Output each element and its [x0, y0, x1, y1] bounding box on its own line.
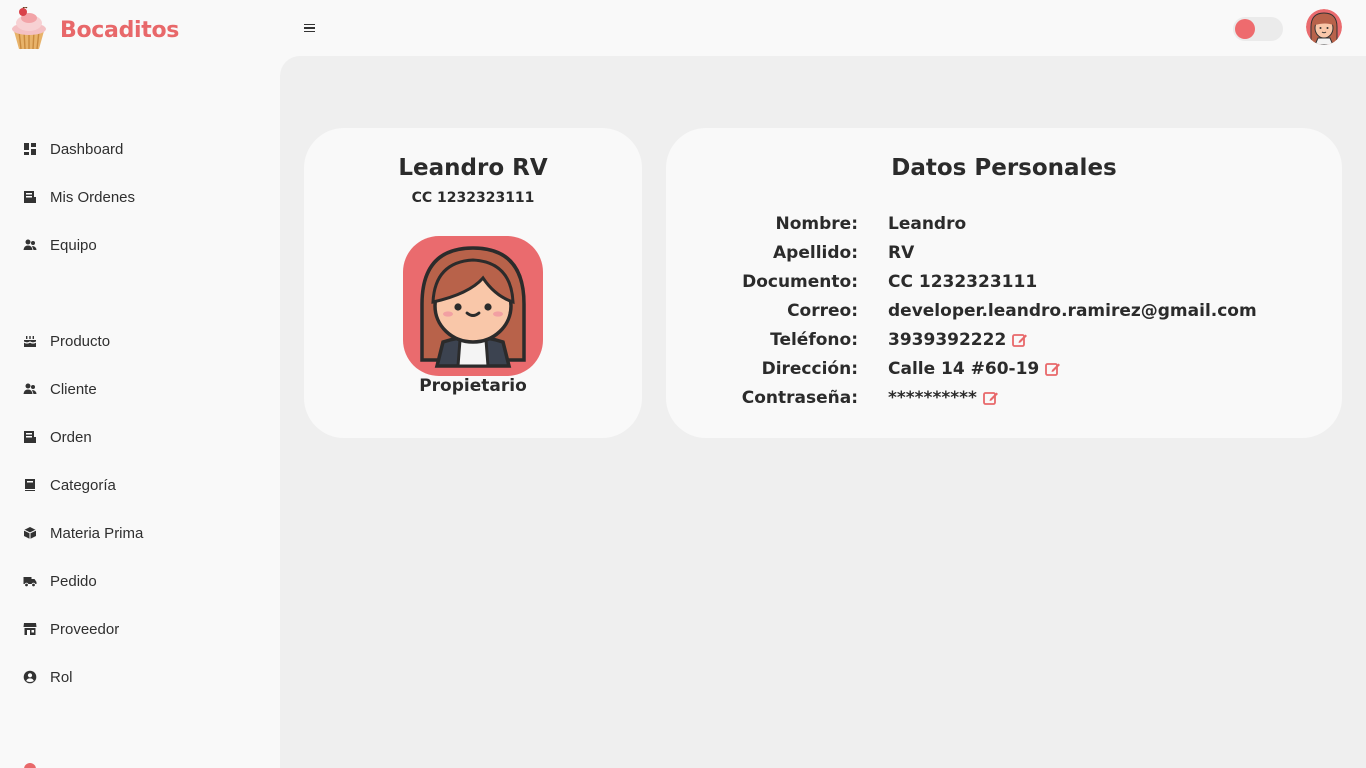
sidebar-item-equipo[interactable]: Equipo	[0, 225, 280, 265]
field-value-text: Calle 14 #60-19	[888, 359, 1040, 379]
menu-toggle-button[interactable]	[304, 18, 320, 38]
personal-data-card: Datos Personales Nombre: Leandro Apellid…	[666, 128, 1342, 438]
brand-name: Bocaditos	[60, 17, 180, 43]
sidebar-item-label: Rol	[50, 668, 73, 686]
toggle-knob	[1235, 19, 1255, 39]
sidebar-item-materia-prima[interactable]: Materia Prima	[0, 513, 280, 553]
receipt-icon	[24, 191, 36, 203]
hamburger-line	[304, 27, 315, 29]
avatar-image	[1306, 9, 1342, 45]
hamburger-line	[304, 30, 315, 33]
sidebar-item-orden[interactable]: Orden	[0, 417, 280, 457]
truck-icon	[23, 577, 37, 588]
row-documento: Documento: CC 1232323111	[666, 272, 1342, 301]
sidebar-item-label: Cliente	[50, 380, 97, 398]
field-label: Documento:	[742, 272, 858, 292]
field-label: Nombre:	[775, 214, 858, 234]
field-value: **********	[888, 388, 999, 408]
sidebar: Dashboard Mis Ordenes Equipo Producto Cl…	[0, 56, 280, 768]
sidebar-item-producto[interactable]: Producto	[0, 321, 280, 361]
user-avatar-icon	[420, 246, 526, 368]
sidebar-item-proveedor[interactable]: Proveedor	[0, 609, 280, 649]
field-value-text: RV	[888, 243, 915, 263]
field-value-text: **********	[888, 388, 977, 408]
field-value: Calle 14 #60-19	[888, 359, 1061, 379]
dashboard-icon	[24, 143, 36, 155]
sidebar-item-label: Pedido	[50, 572, 97, 590]
field-label: Teléfono:	[770, 330, 858, 350]
sidebar-item-categoria[interactable]: Categoría	[0, 465, 280, 505]
store-icon	[23, 623, 37, 635]
field-label: Apellido:	[773, 243, 858, 263]
field-value: Leandro	[888, 214, 966, 234]
sidebar-item-mis-ordenes[interactable]: Mis Ordenes	[0, 177, 280, 217]
field-label: Correo:	[787, 301, 858, 321]
field-value-text: CC 1232323111	[888, 272, 1038, 292]
field-value-text: 3939392222	[888, 330, 1007, 350]
brand[interactable]: Bocaditos	[6, 6, 179, 54]
row-direccion: Dirección: Calle 14 #60-19	[666, 359, 1342, 388]
personal-data-title: Datos Personales	[891, 155, 1117, 181]
row-telefono: Teléfono: 3939392222	[666, 330, 1342, 359]
field-label: Dirección:	[761, 359, 858, 379]
sidebar-item-label: Orden	[50, 428, 92, 446]
sidebar-item-label: Equipo	[50, 236, 97, 254]
sidebar-item-label: Materia Prima	[50, 524, 144, 542]
sidebar-item-rol[interactable]: Rol	[0, 657, 280, 697]
field-value-text: developer.leandro.ramirez@gmail.com	[888, 301, 1257, 321]
receipt-icon	[24, 431, 36, 443]
field-value: 3939392222	[888, 330, 1028, 350]
edit-icon[interactable]	[1045, 361, 1061, 377]
cupcake-icon	[12, 7, 46, 50]
profile-avatar	[403, 236, 543, 376]
profile-name: Leandro RV	[398, 155, 548, 181]
row-nombre: Nombre: Leandro	[666, 214, 1342, 243]
user-circle-icon	[23, 670, 37, 684]
field-value: developer.leandro.ramirez@gmail.com	[888, 301, 1257, 321]
row-contrasena: Contraseña: **********	[666, 388, 1342, 417]
sidebar-item-pedido[interactable]: Pedido	[0, 561, 280, 601]
users-icon	[23, 239, 37, 250]
sidebar-item-label: Dashboard	[50, 140, 124, 158]
sidebar-item-label: Mis Ordenes	[50, 188, 136, 206]
profile-card: Leandro RV CC 1232323111 Propietario	[304, 128, 642, 438]
book-icon	[25, 479, 35, 491]
sidebar-item-label: Producto	[50, 332, 111, 350]
row-apellido: Apellido: RV	[666, 243, 1342, 272]
profile-document: CC 1232323111	[411, 190, 535, 206]
field-value: RV	[888, 243, 914, 263]
logout-icon[interactable]	[24, 763, 36, 768]
hamburger-icon	[304, 23, 315, 26]
user-avatar-icon[interactable]	[1306, 9, 1342, 45]
profile-role: Propietario	[419, 376, 527, 396]
cake-icon	[23, 336, 37, 347]
theme-toggle[interactable]	[1233, 17, 1283, 41]
sidebar-item-label: Categoría	[50, 476, 116, 494]
field-label: Contraseña:	[741, 388, 858, 408]
edit-icon[interactable]	[983, 390, 999, 406]
field-value: CC 1232323111	[888, 272, 1037, 292]
sidebar-item-cliente[interactable]: Cliente	[0, 369, 280, 409]
sidebar-item-dashboard[interactable]: Dashboard	[0, 129, 280, 169]
row-correo: Correo: developer.leandro.ramirez@gmail.…	[666, 301, 1342, 330]
sidebar-item-label: Proveedor	[50, 620, 120, 638]
field-value-text: Leandro	[888, 214, 967, 234]
edit-icon[interactable]	[1012, 332, 1028, 348]
top-bar: Bocaditos	[0, 0, 1366, 56]
box-icon	[23, 527, 37, 539]
users-icon	[23, 383, 37, 394]
